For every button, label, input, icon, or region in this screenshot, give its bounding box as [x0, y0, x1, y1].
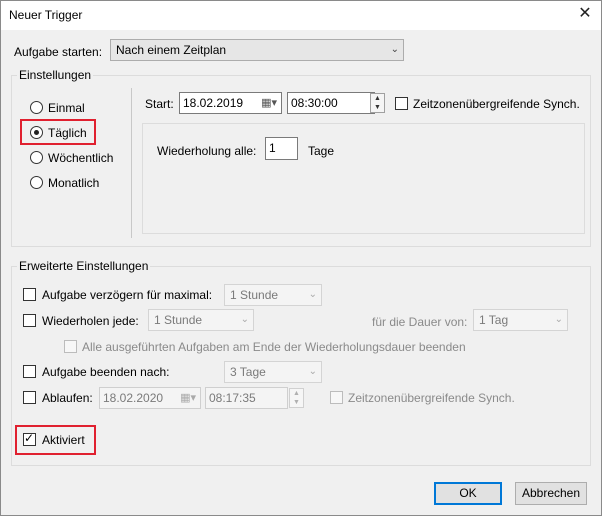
start-date-value: 18.02.2019 — [183, 96, 244, 110]
duration-dropdown[interactable]: 1 Tag ⌄ — [473, 309, 568, 331]
close-icon[interactable]: ✕ — [572, 3, 598, 25]
expire-date-value: 18.02.2020 — [103, 391, 164, 405]
expire-label: Ablaufen: — [42, 391, 93, 405]
spin-up-icon[interactable]: ▲ — [371, 94, 384, 103]
expire-checkbox[interactable] — [23, 391, 36, 404]
delay-label: Aufgabe verzögern für maximal: — [42, 288, 213, 302]
stop-after-dropdown[interactable]: 3 Tage ⌄ — [224, 361, 322, 383]
repeat-label: Wiederholen jede: — [42, 314, 139, 328]
expire-sync-label: Zeitzonenübergreifende Synch. — [348, 391, 515, 405]
repeat-every-label: Wiederholung alle: — [157, 144, 257, 158]
chevron-down-icon: ⌄ — [554, 314, 563, 325]
start-time-spinner[interactable]: ▲ ▼ — [370, 93, 385, 113]
activated-checkbox[interactable]: ✓ — [23, 431, 36, 446]
title-bar — [0, 0, 602, 30]
duration-value: 1 Tag — [479, 313, 509, 327]
repeat-unit-label: Tage — [308, 144, 335, 158]
delay-value: 1 Stunde — [230, 288, 279, 302]
settings-legend: Einstellungen — [17, 68, 94, 82]
repeat-value: 1 Stunde — [154, 313, 203, 327]
chevron-down-icon: ⌄ — [308, 289, 317, 300]
start-date-field[interactable]: 18.02.2019 ▦▾ — [179, 92, 282, 114]
expire-time-field[interactable]: 08:17:35 — [205, 387, 288, 409]
window-title: Neuer Trigger — [9, 8, 83, 22]
start-time-value: 08:30:00 — [291, 96, 338, 110]
repeat-dropdown[interactable]: 1 Stunde ⌄ — [148, 309, 254, 331]
radio-label: Einmal — [48, 101, 85, 115]
ok-button[interactable]: OK — [434, 482, 502, 505]
recurrence-panel — [142, 123, 585, 234]
stop-after-value: 3 Tage — [230, 365, 266, 379]
advanced-legend: Erweiterte Einstellungen — [17, 259, 151, 273]
expire-date-field[interactable]: 18.02.2020 ▦▾ — [99, 387, 201, 409]
spin-up-icon[interactable]: ▲ — [290, 389, 303, 398]
spin-down-icon[interactable]: ▼ — [371, 103, 384, 112]
expire-time-value: 08:17:35 — [209, 391, 256, 405]
radio-circle[interactable] — [30, 176, 43, 189]
chevron-down-icon: ⌄ — [308, 366, 317, 377]
radio-circle[interactable] — [30, 151, 43, 164]
expire-time-spinner[interactable]: ▲ ▼ — [289, 388, 304, 408]
stop-after-checkbox[interactable] — [23, 365, 36, 378]
calendar-icon[interactable]: ▦▾ — [261, 93, 277, 113]
stop-after-label: Aufgabe beenden nach: — [42, 365, 170, 379]
calendar-icon[interactable]: ▦▾ — [180, 388, 196, 408]
delay-dropdown[interactable]: 1 Stunde ⌄ — [224, 284, 322, 306]
vertical-separator — [131, 88, 132, 238]
radio-circle[interactable] — [30, 101, 43, 114]
chevron-down-icon: ⌄ — [390, 44, 399, 55]
radio-selected-dot — [34, 130, 39, 135]
start-task-value: Nach einem Zeitplan — [116, 43, 227, 57]
radio-label: Täglich — [48, 126, 87, 140]
radio-circle[interactable] — [30, 126, 43, 139]
duration-label: für die Dauer von: — [372, 315, 468, 329]
chevron-down-icon: ⌄ — [240, 314, 249, 325]
expire-sync-checkbox[interactable] — [330, 391, 343, 404]
spin-down-icon[interactable]: ▼ — [290, 398, 303, 407]
start-time-field[interactable]: 08:30:00 — [287, 92, 375, 114]
start-task-dropdown[interactable]: Nach einem Zeitplan ⌄ — [110, 39, 404, 61]
repeat-checkbox[interactable] — [23, 314, 36, 327]
start-task-label: Aufgabe starten: — [14, 45, 103, 59]
activated-label: Aktiviert — [42, 433, 85, 447]
timezone-sync-checkbox[interactable] — [395, 97, 408, 110]
delay-checkbox[interactable] — [23, 288, 36, 301]
radio-label: Monatlich — [48, 176, 100, 190]
repeat-every-input[interactable]: 1 — [265, 137, 298, 160]
timezone-sync-label: Zeitzonenübergreifende Synch. — [413, 97, 580, 111]
start-label: Start: — [145, 97, 174, 111]
stop-all-label: Alle ausgeführten Aufgaben am Ende der W… — [82, 340, 466, 354]
radio-label: Wöchentlich — [48, 151, 114, 165]
checkmark-icon: ✓ — [24, 431, 35, 445]
cancel-button[interactable]: Abbrechen — [515, 482, 587, 505]
repeat-every-value: 1 — [269, 141, 276, 155]
stop-all-checkbox[interactable] — [64, 340, 77, 353]
